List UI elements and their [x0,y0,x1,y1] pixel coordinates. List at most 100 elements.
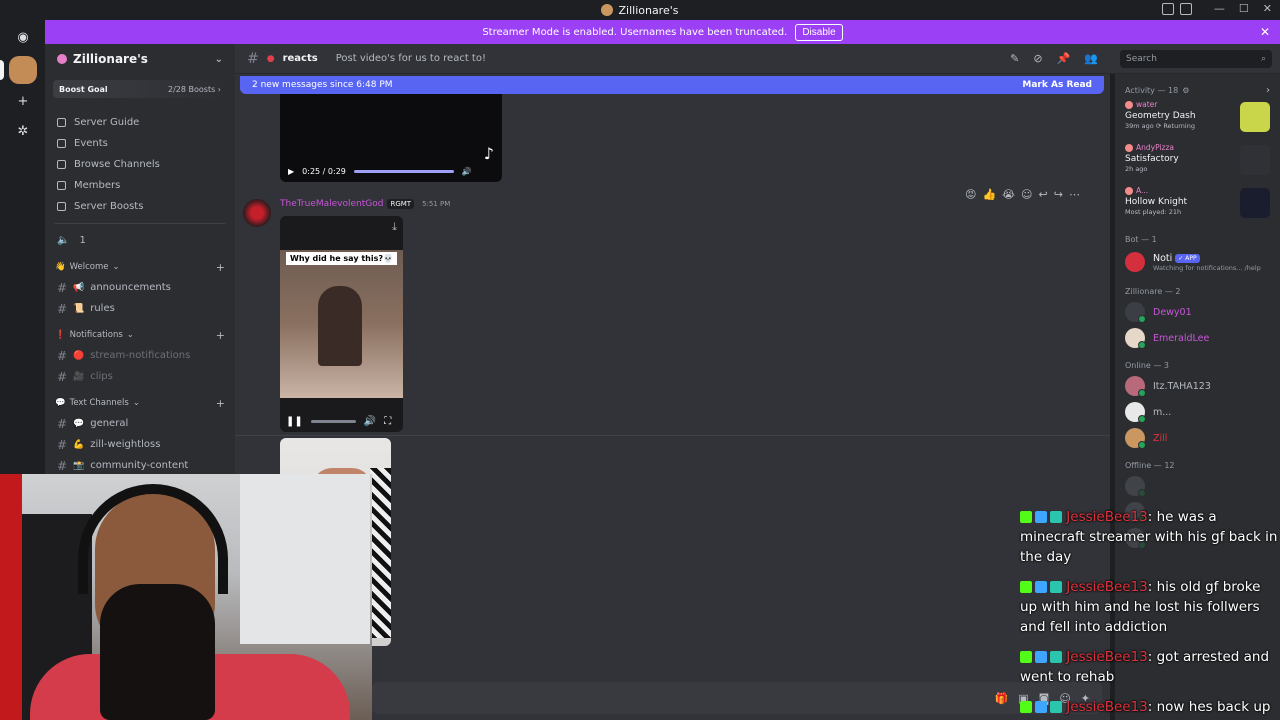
sidebar-item-browse-channels[interactable]: Browse Channels [45,154,235,175]
create-channel-icon[interactable]: + [216,329,225,342]
video-controls-2: ❚❚ 🔊 ⛶ [280,410,403,432]
subscriber-badge-icon [1035,511,1047,523]
search-input[interactable]: Search ⌕ [1120,50,1272,68]
server-tag[interactable]: RGMT [387,199,415,209]
thumbs-up-icon[interactable]: 👍 [982,188,996,201]
member-name: Itz.TAHA123 [1153,380,1211,392]
channel-community-content[interactable]: # 📸 community-content [45,455,235,476]
boost-goal-bar[interactable]: Boost Goal 2/28 Boosts › [53,80,227,98]
offline-section-header: Offline — 12 [1115,457,1280,473]
sidebar-item-members[interactable]: Members [45,175,235,196]
gear-icon[interactable]: ⚙ [1182,86,1189,95]
add-reaction-icon[interactable]: ☺ [1021,188,1032,201]
reply-icon[interactable]: ↩ [1039,188,1048,201]
gift-icon[interactable]: 🎁 [995,692,1009,705]
avatar [1125,252,1145,272]
sidebar-item-server-guide[interactable]: Server Guide [45,112,235,133]
channel-topic[interactable]: Post video's for us to react to! [336,53,486,64]
member-list-icon[interactable]: 👥 [1084,52,1098,65]
channel-general[interactable]: # 💬 general [45,413,235,434]
banner-text: Streamer Mode is enabled. Usernames have… [482,26,788,38]
kick-badge-icon [1020,511,1032,523]
chat-username: JessieBee13 [1066,649,1148,665]
video-attachment-2[interactable]: ⤓ Why did he say this?💀 ❚❚ 🔊 ⛶ [280,216,403,432]
member-bot[interactable]: Noti ✓ APP Watching for notifications...… [1115,247,1280,277]
activity-username: A... [1136,186,1149,195]
category-header[interactable]: 💬 Text Channels ⌄ + [45,393,235,413]
channel-label: stream-notifications [90,350,191,361]
list-item[interactable]: Dewy01 [1115,299,1280,325]
category-header[interactable]: ❗ Notifications ⌄ + [45,325,235,345]
role-section-header: Zillionare — 2 [1115,283,1280,299]
list-item[interactable]: m... [1115,399,1280,425]
explore-servers-icon[interactable]: ✲ [10,118,36,144]
mark-as-read-button[interactable]: Mark As Read [1022,80,1092,90]
text-channel-icon: # [57,437,68,452]
channel-clips[interactable]: # 🎥 clips [45,366,235,387]
list-item[interactable]: Zill [1115,425,1280,451]
notifications-muted-icon[interactable]: ⊘ [1033,52,1042,65]
sidebar-item-label: Events [74,138,108,149]
forward-icon[interactable]: ↪ [1054,188,1063,201]
fullscreen-icon[interactable]: ⛶ [384,416,391,427]
list-item[interactable]: EmeraldLee [1115,325,1280,351]
text-channel-icon: # [57,458,68,473]
download-icon[interactable]: ⤓ [392,220,397,234]
new-messages-bar[interactable]: 2 new messages since 6:48 PM Mark As Rea… [240,76,1104,94]
chevron-right-icon[interactable]: › [1266,85,1270,96]
video-progress-bar[interactable] [310,419,356,423]
help-icon[interactable] [1180,3,1192,15]
create-channel-icon[interactable]: + [216,397,225,410]
avatar[interactable] [243,199,271,227]
server-zillionares-icon[interactable] [9,56,37,84]
channel-label: rules [90,303,115,314]
role-header: Zillionare — 2 [1125,286,1181,296]
close-window-button[interactable]: ✕ [1263,2,1272,15]
minimize-button[interactable]: — [1214,2,1225,15]
activity-header: Activity — 18 [1125,85,1179,95]
activity-card[interactable]: A... Hollow Knight Most played: 21h [1115,184,1280,227]
activity-card[interactable]: water Geometry Dash 39m ago ⟳ Returning [1115,98,1280,141]
discord-home-icon[interactable]: ◉ [10,24,36,50]
text-channel-icon: # [57,348,68,363]
volume-icon[interactable]: 🔊 [364,416,376,427]
inbox-icon[interactable] [1162,3,1174,15]
activity-card[interactable]: AndyPizza Satisfactory 2h ago [1115,141,1280,184]
play-icon[interactable]: ▶ [288,167,294,176]
close-banner-icon[interactable]: ✕ [1260,25,1270,39]
list-item[interactable]: Itz.TAHA123 [1115,373,1280,399]
pinned-messages-icon[interactable]: 📌 [1057,52,1071,65]
activity-section-header[interactable]: Activity — 18 ⚙ › [1115,82,1280,98]
more-options-icon[interactable]: ⋯ [1069,188,1080,201]
message-composer[interactable]: 🎁 ▣ ◙ ☺ ✦ [372,682,1102,714]
reaction-emoji-icon[interactable]: 😡 [965,188,976,201]
game-icon [1240,188,1270,218]
category-header[interactable]: 👋 Welcome ⌄ + [45,257,235,277]
text-channel-icon: # [247,50,259,67]
threads-icon[interactable]: ✎ [1010,52,1019,65]
channel-rules[interactable]: # 📜 rules [45,298,235,319]
pause-icon[interactable]: ❚❚ [286,416,303,427]
create-channel-icon[interactable]: + [216,261,225,274]
avatar [1125,328,1146,349]
sidebar-item-server-boosts[interactable]: Server Boosts [45,196,235,217]
add-server-icon[interactable]: + [10,88,36,114]
channel-stream-notifications[interactable]: # 🔴 stream-notifications [45,345,235,366]
channel-name: reacts [282,53,318,64]
maximize-button[interactable]: ☐ [1239,2,1249,15]
channel-zill-weightloss[interactable]: # 💪 zill-weightloss [45,434,235,455]
volume-icon[interactable]: 🔊 [462,167,472,176]
member-status: Watching for notifications... /help [1153,263,1261,272]
video-attachment-1[interactable]: ♪ ▶ 0:25 / 0:29 🔊 [280,94,502,182]
members-icon [57,181,66,190]
sidebar-item-events[interactable]: Events [45,133,235,154]
author-name[interactable]: TheTrueMalevolentGod [280,199,383,209]
window-title: Zillionare's [618,3,679,17]
channel-announcements[interactable]: # 📢 announcements [45,277,235,298]
server-header[interactable]: Zillionare's ⌄ [45,44,235,74]
disable-streamer-mode-button[interactable]: Disable [795,23,843,41]
video-progress-bar[interactable] [353,169,454,173]
crying-emoji-icon[interactable]: 😭 [1002,188,1015,201]
voice-status-row[interactable]: 🔈 1 [45,230,235,251]
list-item[interactable] [1115,473,1280,499]
